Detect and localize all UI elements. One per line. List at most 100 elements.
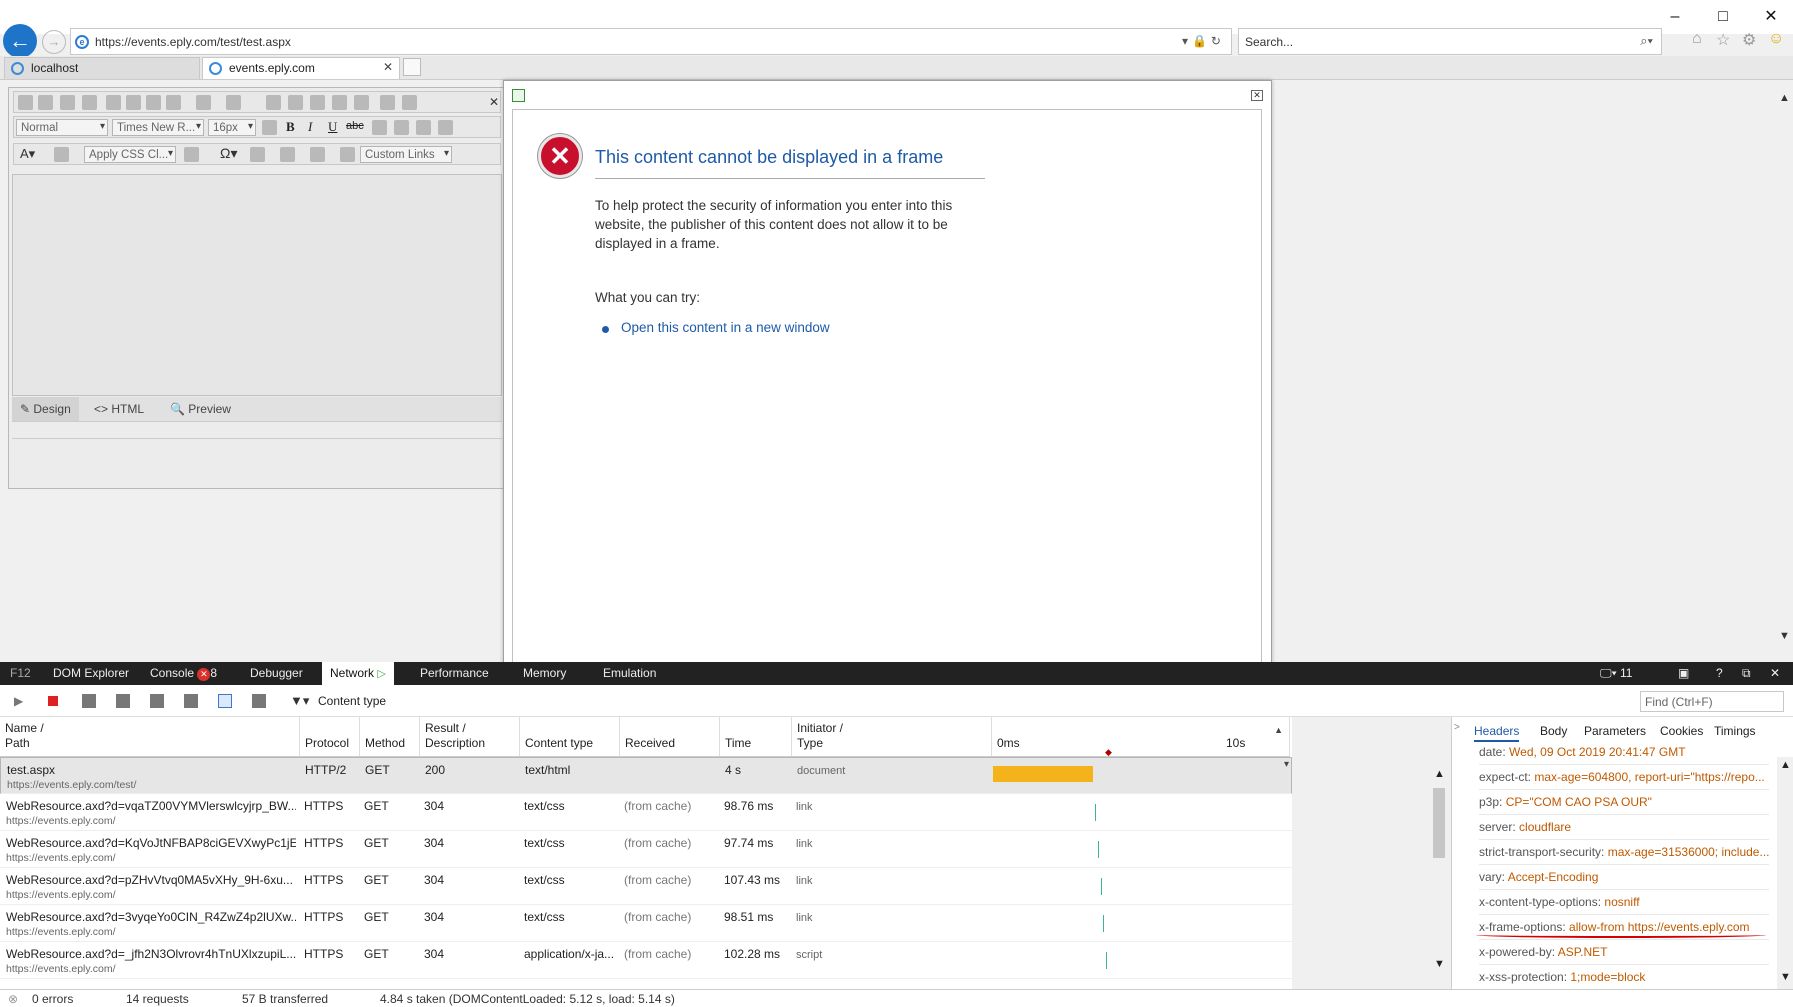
detail-tab-headers[interactable]: Headers (1474, 724, 1520, 742)
font-size-select[interactable]: 16px (208, 119, 256, 136)
open-new-window-link[interactable]: Open this content in a new window (621, 320, 830, 335)
new-tab-button[interactable] (403, 58, 421, 76)
unlink-icon[interactable] (402, 95, 417, 110)
details-scrollbar[interactable]: ▲ ▼ (1777, 757, 1793, 989)
details-scroll-down-icon[interactable]: ▼ (1780, 971, 1791, 983)
align-left-icon[interactable] (372, 120, 387, 135)
underline-icon[interactable]: U (328, 119, 337, 135)
tab-events-eply[interactable]: events.eply.com ✕ (202, 57, 400, 79)
export-icon[interactable] (82, 694, 96, 708)
editor-content-area[interactable] (12, 174, 502, 396)
table-row[interactable]: WebResource.axd?d=_jfh2N3Olvrovr4hTnUXlx… (0, 942, 1292, 979)
tab-emulation[interactable]: Emulation (603, 666, 656, 680)
settings-gear-icon[interactable]: ⚙ (1742, 30, 1756, 50)
format-stripper-icon[interactable] (262, 120, 277, 135)
smiley-feedback-icon[interactable]: ☺ (1768, 30, 1784, 48)
mode-preview[interactable]: 🔍 Preview (170, 402, 231, 416)
copy-icon[interactable] (126, 95, 141, 110)
col-content-type[interactable]: Content type (520, 717, 620, 757)
grid-scroll-thumb[interactable] (1433, 788, 1445, 858)
tab-network[interactable]: Network ▷ (322, 662, 394, 685)
col-initiator[interactable]: Initiator / Type (792, 717, 992, 757)
col-name[interactable]: Name / Path (0, 717, 300, 757)
table-icon[interactable] (250, 147, 265, 162)
tab-localhost[interactable]: localhost (4, 57, 200, 79)
back-button[interactable]: ← (3, 24, 37, 58)
mode-html[interactable]: <> HTML (94, 402, 144, 416)
home-icon[interactable]: ⌂ (1692, 30, 1702, 48)
always-refresh-icon[interactable] (116, 694, 130, 708)
detail-tab-cookies[interactable]: Cookies (1660, 724, 1703, 738)
content-type-filter[interactable]: Content type (318, 694, 386, 708)
spellcheck-icon[interactable] (38, 95, 53, 110)
table-row[interactable]: test.aspx HTTP/2 GET 200 text/html 4 s documen… (0, 757, 1292, 794)
col-result[interactable]: Result / Description (420, 717, 520, 757)
paste-icon[interactable] (146, 95, 161, 110)
browser-mode-select[interactable]: 🖵▾ 11 (1600, 666, 1632, 681)
custom-links-select[interactable]: Custom Links (360, 146, 452, 163)
col-timeline[interactable]: 0ms 10s ◆ ▲ (992, 717, 1290, 757)
filter-icon[interactable]: ▼▾ (290, 693, 309, 709)
font-select[interactable]: Times New R... (112, 119, 204, 136)
font-color-icon[interactable]: A▾ (20, 146, 35, 162)
format-painter-icon[interactable] (184, 147, 199, 162)
select-all-icon[interactable] (82, 95, 97, 110)
page-scrollbar[interactable]: ▲ ▼ (1776, 90, 1793, 660)
align-right-icon[interactable] (416, 120, 431, 135)
tab-dom-explorer[interactable]: DOM Explorer (53, 666, 129, 680)
search-box[interactable]: Search... ⌕▾ (1238, 28, 1662, 55)
forward-button[interactable]: → (42, 30, 66, 54)
table-row[interactable]: WebResource.axd?d=3vyqeYo0CIN_R4ZwZ4p2lU… (0, 905, 1292, 942)
hyperlink-icon[interactable] (380, 95, 395, 110)
col-received[interactable]: Received (620, 717, 720, 757)
bold-icon[interactable]: B (286, 119, 295, 135)
close-window-icon[interactable]: ✕ (1751, 6, 1791, 28)
grid-scroll-down-icon[interactable]: ▼ (1434, 958, 1445, 970)
help-icon[interactable]: ? (1716, 666, 1723, 680)
dialog-close-icon[interactable]: ✕ (1251, 90, 1263, 101)
justify-icon[interactable] (438, 120, 453, 135)
console-toggle-icon[interactable]: ▣ (1678, 666, 1689, 680)
details-scroll-up-icon[interactable]: ▲ (1780, 759, 1791, 771)
col-time[interactable]: Time (720, 717, 792, 757)
col-method[interactable]: Method (360, 717, 420, 757)
col-protocol[interactable]: Protocol (300, 717, 360, 757)
paste-options-icon[interactable] (166, 95, 181, 110)
expand-pane-icon[interactable]: > (1454, 722, 1460, 733)
document-manager-icon[interactable] (288, 95, 303, 110)
find-input[interactable]: Find (Ctrl+F) (1640, 691, 1784, 712)
paragraph-style-icon[interactable] (280, 147, 295, 162)
search-icon[interactable]: ⌕▾ (1640, 33, 1653, 49)
close-tab-icon[interactable]: ✕ (383, 60, 393, 74)
find-icon[interactable] (60, 95, 75, 110)
table-row[interactable]: WebResource.axd?d=vqaTZ00VYMVlerswlcyjrp… (0, 794, 1292, 831)
detail-tab-parameters[interactable]: Parameters (1584, 724, 1646, 738)
undo-icon[interactable] (196, 95, 211, 110)
clear-entries-icon[interactable] (252, 694, 266, 708)
grid-scroll-up-icon[interactable]: ▲ (1434, 768, 1445, 780)
highlight-color-icon[interactable] (54, 147, 69, 162)
insert-link-icon[interactable] (310, 147, 325, 162)
clear-session-icon[interactable] (150, 694, 164, 708)
address-bar[interactable]: e https://events.eply.com/test/test.aspx… (70, 28, 1232, 55)
cut-icon[interactable] (106, 95, 121, 110)
tab-console[interactable]: Console ✕ 8 (150, 666, 217, 681)
snippets-icon[interactable] (340, 147, 355, 162)
close-devtools-icon[interactable]: ✕ (1770, 666, 1780, 680)
tab-debugger[interactable]: Debugger (250, 666, 303, 680)
mode-design[interactable]: ✎ Design (12, 397, 79, 421)
symbols-icon[interactable]: Ω▾ (220, 145, 238, 162)
print-icon[interactable] (18, 95, 33, 110)
scroll-down-icon[interactable]: ▼ (1779, 630, 1790, 642)
apply-css-class-select[interactable]: Apply CSS Cl... (84, 146, 176, 163)
minimize-icon[interactable]: – (1655, 6, 1695, 28)
align-center-icon[interactable] (394, 120, 409, 135)
strikethrough-icon[interactable]: abc (346, 120, 364, 132)
scroll-up-icon[interactable]: ▲ (1779, 92, 1790, 104)
maximize-icon[interactable]: □ (1703, 6, 1743, 28)
image-manager-icon[interactable] (266, 95, 281, 110)
undock-icon[interactable]: ⧉ (1742, 666, 1751, 681)
table-row[interactable]: WebResource.axd?d=pZHvVtvq0MA5vXHy_9H-6x… (0, 868, 1292, 905)
favorites-icon[interactable]: ☆ (1716, 30, 1730, 50)
media-manager-icon[interactable] (310, 95, 325, 110)
